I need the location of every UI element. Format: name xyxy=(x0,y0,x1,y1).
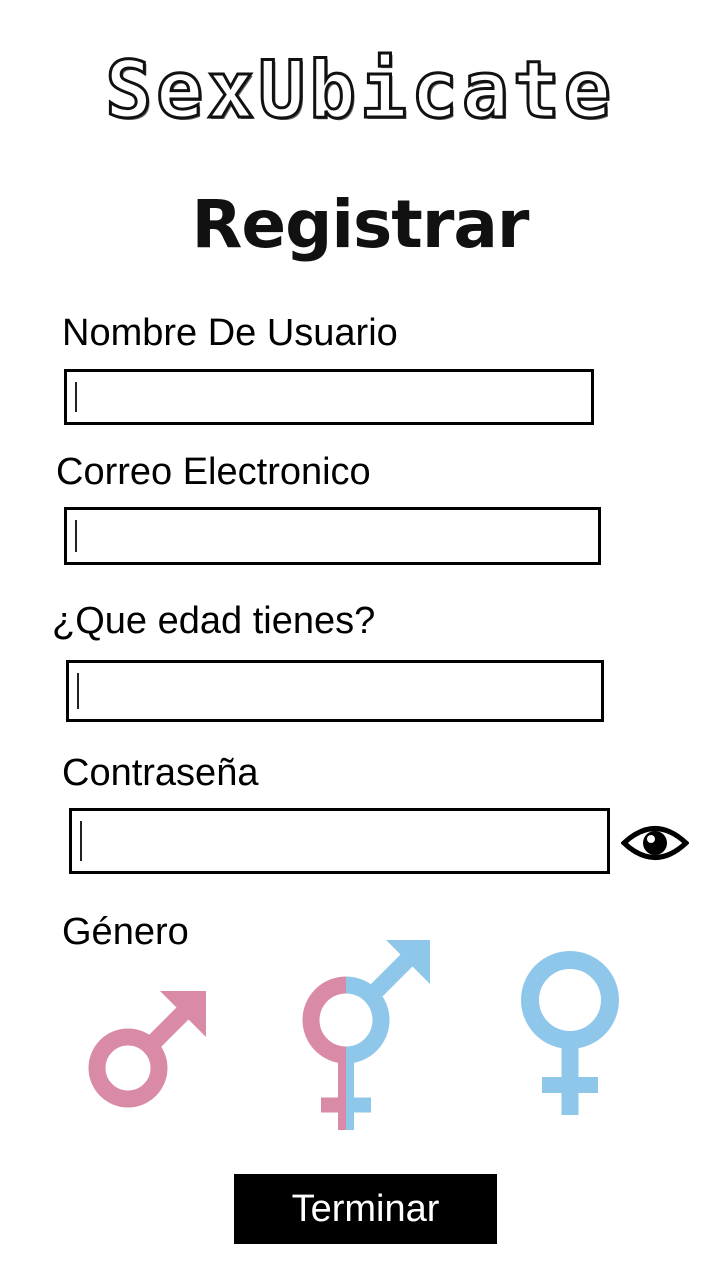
text-caret xyxy=(77,673,79,709)
username-field-container xyxy=(64,369,594,425)
email-label: Correo Electronico xyxy=(56,451,371,493)
password-field-container xyxy=(69,808,610,874)
gender-label: Género xyxy=(62,911,189,953)
age-label: ¿Que edad tienes? xyxy=(52,600,376,642)
text-caret xyxy=(80,821,82,861)
email-field-container xyxy=(64,507,601,565)
age-input[interactable] xyxy=(69,663,601,719)
terminar-button[interactable]: Terminar xyxy=(234,1174,497,1244)
username-label: Nombre De Usuario xyxy=(62,312,398,354)
password-label: Contraseña xyxy=(62,752,259,794)
text-caret xyxy=(75,382,77,412)
age-field-container xyxy=(66,660,604,722)
female-symbol-icon[interactable] xyxy=(510,945,630,1120)
email-input[interactable] xyxy=(67,510,598,562)
eye-icon[interactable] xyxy=(621,818,689,868)
password-input[interactable] xyxy=(72,811,607,871)
username-input[interactable] xyxy=(67,372,591,422)
text-caret xyxy=(75,520,77,552)
intersex-symbol-icon[interactable] xyxy=(296,935,446,1135)
page-heading: Registrar xyxy=(191,186,530,263)
male-symbol-icon[interactable] xyxy=(80,985,215,1115)
app-title: SexUbicate xyxy=(104,45,615,138)
